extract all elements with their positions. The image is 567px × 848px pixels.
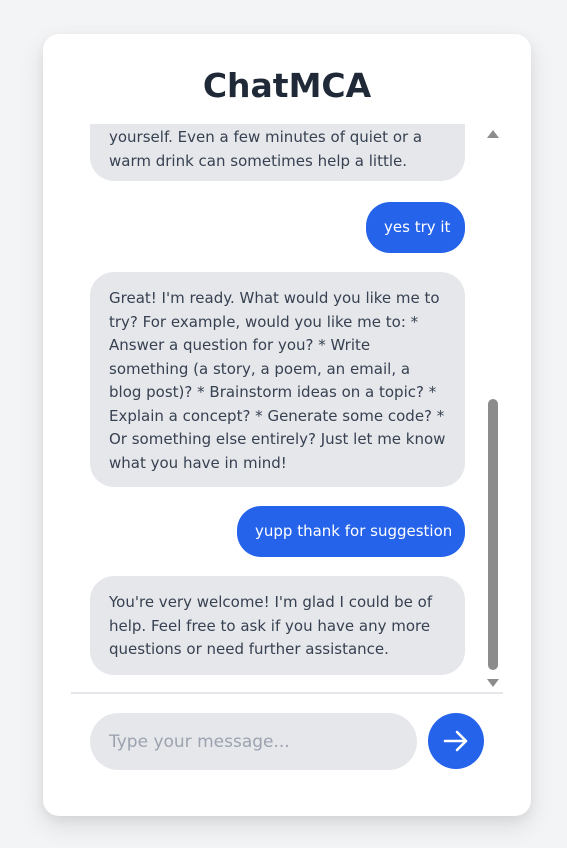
arrow-right-icon <box>443 730 468 752</box>
scrollbar-thumb[interactable] <box>488 399 498 670</box>
scroll-up-arrow-icon[interactable] <box>487 130 499 138</box>
composer-divider <box>71 692 503 694</box>
send-button[interactable] <box>428 713 484 769</box>
bot-message: yourself. Even a few minutes of quiet or… <box>90 124 465 181</box>
user-message: yupp thank for suggestion <box>237 506 465 557</box>
message-input[interactable] <box>90 713 417 770</box>
message-scrollbar[interactable] <box>485 124 501 692</box>
bot-message: You're very welcome! I'm glad I could be… <box>90 576 465 675</box>
message-list[interactable]: yourself. Even a few minutes of quiet or… <box>71 124 503 692</box>
scroll-down-arrow-icon[interactable] <box>487 679 499 687</box>
user-message: yes try it <box>366 202 465 253</box>
bot-message: Great! I'm ready. What would you like me… <box>90 272 465 487</box>
app-title: ChatMCA <box>202 66 372 105</box>
chat-card: ChatMCA yourself. Even a few minutes of … <box>43 34 531 816</box>
